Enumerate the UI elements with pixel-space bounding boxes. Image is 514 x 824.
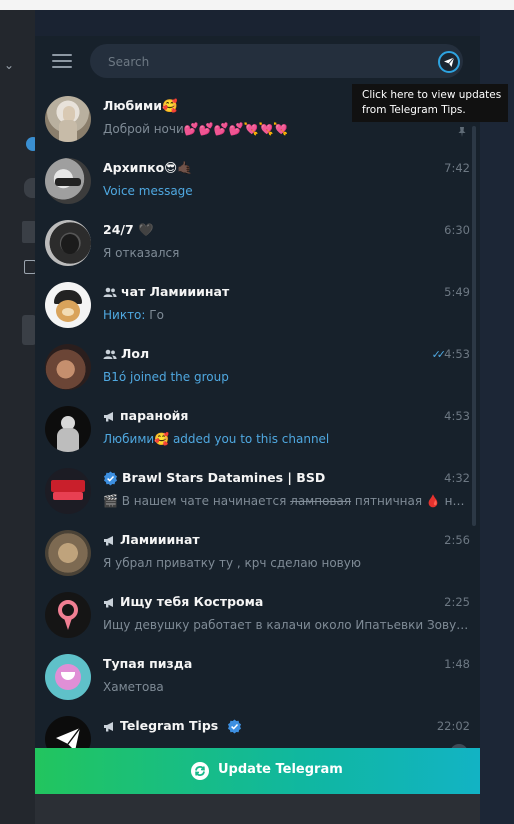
channel-megaphone-icon [104,412,113,422]
channel-megaphone-icon [104,536,113,546]
avatar [45,468,91,514]
avatar [45,158,91,204]
chat-row-tupaya[interactable]: Тупая пизда 1:48 Хаметова [35,646,480,708]
background-chat-area [480,10,514,824]
chat-row-brawl-stars-datamines[interactable]: Brawl Stars Datamines | BSD 4:32 🎬 В наш… [35,460,480,522]
chevron-down-icon: ⌄ [4,58,15,72]
chat-row-lol[interactable]: Лол ✓✓ 4:53 B1ó joined the group [35,336,480,398]
search-input[interactable] [106,44,430,80]
background-sidebar: ⌄ [0,10,40,824]
chat-time: 5:49 [444,285,470,299]
channel-megaphone-icon [104,722,113,732]
chat-time: 4:53 [444,409,470,423]
avatar [45,530,91,576]
chat-time: 4:53 [444,347,470,361]
read-checks-icon: ✓✓ [431,348,447,361]
background-titlebar [0,0,514,10]
chat-last-message: B1ó joined the group [103,370,229,384]
chat-time: 4:32 [444,471,470,485]
chat-time: 2:56 [444,533,470,547]
chat-list-header [35,36,480,88]
chat-row-24-7[interactable]: 24/7 🖤 6:30 Я отказался [35,212,480,274]
background-shape [22,315,36,345]
message-prefix: 🎬 В нашем чате начинается [103,494,291,508]
avatar [45,654,91,700]
avatar [45,282,91,328]
chat-row-chat-lamiinat[interactable]: чат Ламииинат 5:49 Никто: Го [35,274,480,336]
telegram-tips-button[interactable] [438,51,460,73]
chat-time: 1:48 [444,657,470,671]
chat-name: Тупая пизда [103,656,193,671]
avatar [45,344,91,390]
channel-megaphone-icon [104,598,113,608]
chat-last-message: Доброй ночи💕💕💕💕💘💘💘 [103,122,289,136]
chat-time: 22:02 [436,719,470,733]
message-sender: Никто: [103,308,146,322]
hamburger-menu-icon[interactable] [52,54,72,70]
message-sender: Любими🥰 [103,432,170,446]
verified-badge-icon [227,719,241,734]
search-box[interactable] [90,44,463,80]
message-strikethrough: ламповая [290,494,352,508]
chat-name: Telegram Tips [120,718,219,733]
chat-name: Brawl Stars Datamines | BSD [122,470,326,485]
chat-last-message: Я убрал приватку ту , крч сделаю новую [103,556,361,570]
chat-time: 6:30 [444,223,470,237]
update-telegram-button[interactable]: Update Telegram [35,748,480,794]
group-icon [103,349,117,359]
chat-row-paranoiya[interactable]: паранойя 4:53 Любими🥰 added you to this … [35,398,480,460]
chat-row-ishchu-tebya-kostroma[interactable]: Ищу тебя Кострома 2:25 Ищу девушку работ… [35,584,480,646]
chat-name: чат Ламииинат [121,284,230,299]
pin-icon [458,127,466,137]
paper-plane-icon [444,57,455,67]
chat-time: 7:42 [444,161,470,175]
chat-list-panel: Любими🥰 Доброй ночи💕💕💕💕💘💘💘 Архипко😎🤙🏿 7:… [35,36,480,794]
update-label: Update Telegram [218,762,343,777]
chat-last-message: Voice message [103,184,193,198]
chat-last-message: Ищу девушку работает в калачи около Ипат… [103,618,471,632]
chat-last-message: Я отказался [103,246,180,260]
chat-row-arkhipko[interactable]: Архипко😎🤙🏿 7:42 Voice message [35,150,480,212]
chat-last-message: Го [145,308,164,322]
tips-tooltip: Click here to view updates from Telegram… [352,84,508,122]
avatar [45,592,91,638]
chat-row-lamiinat[interactable]: Ламииинат 2:56 Я убрал приватку ту , крч… [35,522,480,584]
group-icon [103,287,117,297]
chat-name: паранойя [120,408,189,423]
tooltip-line: Click here to view updates [362,89,502,101]
chat-name: Архипко😎🤙🏿 [103,160,193,175]
chat-time: 2:25 [444,595,470,609]
avatar [45,220,91,266]
avatar [45,406,91,452]
chat-last-message: пятничная 🩸 но... [351,494,471,508]
tooltip-line: from Telegram Tips. [362,104,466,116]
chat-name: Лол [121,346,150,361]
chat-name: Ламииинат [120,532,200,547]
refresh-icon [191,762,209,780]
chat-last-message: Хаметова [103,680,164,694]
background-shape [22,221,36,243]
panel-titlebar [35,10,514,36]
avatar [45,96,91,142]
chat-name: Ищу тебя Кострома [120,594,264,609]
chat-last-message: added you to this channel [169,432,330,446]
chat-name: 24/7 🖤 [103,222,154,237]
verified-badge-icon [104,471,117,486]
